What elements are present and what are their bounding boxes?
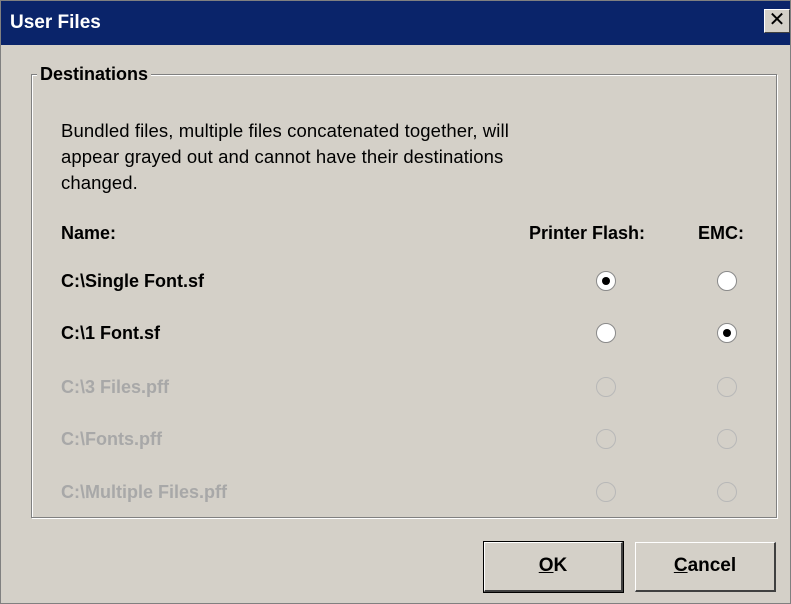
- title-bar[interactable]: User Files ✕: [1, 1, 790, 45]
- printer-flash-radio[interactable]: [596, 323, 616, 343]
- ok-label-rest: K: [553, 555, 568, 576]
- emc-radio: [717, 377, 737, 397]
- destinations-legend: Destinations: [37, 64, 152, 85]
- radio-selected-dot: [723, 329, 731, 337]
- user-files-dialog: User Files ✕ Destinations Bundled files,…: [0, 0, 791, 604]
- emc-radio: [717, 429, 737, 449]
- close-icon: ✕: [768, 9, 786, 31]
- file-name-label: C:\Multiple Files.pff: [61, 482, 227, 502]
- emc-column-header: EMC:: [698, 223, 744, 243]
- file-name-label: C:\1 Font.sf: [61, 323, 160, 343]
- printer-flash-radio: [596, 377, 616, 397]
- file-name-label: C:\Fonts.pff: [61, 429, 162, 449]
- cancel-mnemonic: C: [673, 555, 688, 576]
- printer-flash-column-header: Printer Flash:: [529, 223, 646, 243]
- ok-mnemonic: O: [538, 555, 554, 576]
- file-name-label: C:\3 Files.pff: [61, 377, 170, 397]
- printer-flash-radio[interactable]: [596, 271, 616, 291]
- cancel-button[interactable]: Cancel: [635, 542, 776, 592]
- description-text: Bundled files, multiple files concatenat…: [61, 120, 509, 193]
- printer-flash-radio: [596, 429, 616, 449]
- emc-radio[interactable]: [717, 323, 737, 343]
- cancel-label-rest: ancel: [687, 555, 737, 576]
- close-button[interactable]: ✕: [764, 9, 790, 33]
- window-title: User Files: [10, 12, 101, 33]
- ok-button[interactable]: OK: [483, 541, 624, 593]
- name-column-header: Name:: [61, 223, 117, 243]
- emc-radio[interactable]: [717, 271, 737, 291]
- emc-radio: [717, 482, 737, 502]
- radio-selected-dot: [602, 277, 610, 285]
- file-name-label: C:\Single Font.sf: [61, 271, 204, 291]
- printer-flash-radio: [596, 482, 616, 502]
